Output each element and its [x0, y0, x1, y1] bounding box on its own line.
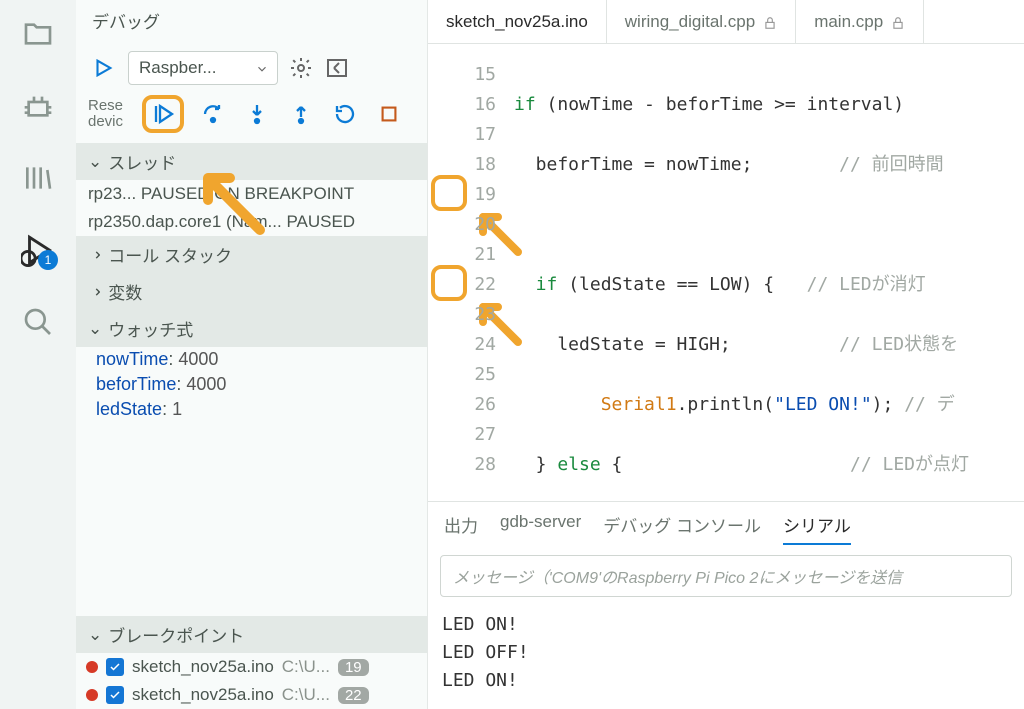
variables-section-header[interactable]: ⌄ 変数 [76, 273, 427, 310]
annotation-arrow [190, 160, 270, 240]
serial-line: LED OFF! [442, 639, 1010, 667]
callstack-section-header[interactable]: ⌄ コール スタック [76, 236, 427, 273]
panel-tab-console[interactable]: デバッグ コンソール [603, 512, 761, 545]
debug-sidebar: デバッグ Raspber... Rese devic [76, 0, 428, 709]
watch-item[interactable]: beforTime: 4000 [76, 372, 427, 397]
panel-tab-serial[interactable]: シリアル [783, 512, 851, 545]
debug-toolbar: Raspber... [76, 51, 427, 95]
threads-label: スレッド [108, 149, 176, 174]
chevron-down-icon: ⌄ [88, 152, 102, 172]
bottom-panel: 出力 gdb-server デバッグ コンソール シリアル メッセージ（'COM… [428, 501, 1024, 709]
editor-area: sketch_nov25a.ino wiring_digital.cpp mai… [428, 0, 1024, 709]
bp-path: C:\U... [282, 685, 330, 705]
start-debug-button[interactable] [88, 53, 118, 83]
panel-tab-gdb[interactable]: gdb-server [500, 512, 581, 545]
code-body: if (nowTime - beforTime >= interval) bef… [514, 44, 969, 501]
debug-config-select[interactable]: Raspber... [128, 51, 278, 85]
breakpoints-label: ブレークポイント [108, 622, 244, 647]
watch-item[interactable]: ledState: 1 [76, 397, 427, 422]
config-label: Raspber... [139, 58, 217, 77]
editor-tabs: sketch_nov25a.ino wiring_digital.cpp mai… [428, 0, 1024, 44]
serial-line: LED ON! [442, 611, 1010, 639]
debug-icon[interactable]: 1 [16, 228, 60, 272]
serial-message-input[interactable]: メッセージ（'COM9'のRaspberry Pi Pico 2にメッセージを送… [440, 555, 1012, 597]
bp-file: sketch_nov25a.ino [132, 685, 274, 705]
gear-icon[interactable] [288, 55, 314, 81]
code-editor[interactable]: 15 16 17 18 19 20 21 22 23 24 25 26 27 2… [428, 44, 1024, 501]
breakpoint-dot-icon [86, 689, 98, 701]
restart-button[interactable] [330, 99, 360, 129]
debug-controls-row: Rese devic [76, 95, 427, 143]
breakpoint-dot-icon [86, 661, 98, 673]
panel-tab-output[interactable]: 出力 [444, 512, 478, 545]
tab-wiring[interactable]: wiring_digital.cpp [607, 0, 796, 43]
continue-button-highlight [142, 95, 184, 133]
breakpoints-section-header[interactable]: ⌄ ブレークポイント [76, 616, 427, 653]
bp-file: sketch_nov25a.ino [132, 657, 274, 677]
bp-line-badge: 22 [338, 687, 369, 704]
watch-section-header[interactable]: ⌄ ウォッチ式 [76, 310, 427, 347]
chevron-down-icon [255, 61, 269, 81]
step-over-button[interactable] [198, 99, 228, 129]
chevron-right-icon: ⌄ [85, 284, 105, 298]
breakpoint-row[interactable]: sketch_nov25a.ino C:\U... 22 [76, 681, 427, 709]
callstack-label: コール スタック [108, 242, 232, 267]
sidebar-title: デバッグ [76, 0, 427, 51]
activity-bar: 1 [0, 0, 76, 709]
search-icon[interactable] [16, 300, 60, 344]
tab-sketch[interactable]: sketch_nov25a.ino [428, 0, 607, 43]
breakpoint-checkbox[interactable] [106, 686, 124, 704]
continue-button[interactable] [148, 99, 178, 129]
chevron-down-icon: ⌄ [88, 625, 102, 645]
chevron-down-icon: ⌄ [88, 319, 102, 339]
line-gutter: 15 16 17 18 19 20 21 22 23 24 25 26 27 2… [428, 44, 514, 501]
tab-main[interactable]: main.cpp [796, 0, 924, 43]
bp-line-badge: 19 [338, 659, 369, 676]
serial-line: LED ON! [442, 667, 1010, 695]
debug-badge: 1 [38, 250, 58, 270]
watch-label: ウォッチ式 [108, 316, 193, 341]
watch-item[interactable]: nowTime: 4000 [76, 347, 427, 372]
panel-tabs: 出力 gdb-server デバッグ コンソール シリアル [428, 502, 1024, 549]
step-out-button[interactable] [286, 99, 316, 129]
stop-button[interactable] [374, 99, 404, 129]
breakpoint-row[interactable]: sketch_nov25a.ino C:\U... 19 [76, 653, 427, 681]
breakpoint-checkbox[interactable] [106, 658, 124, 676]
library-icon[interactable] [16, 156, 60, 200]
lock-icon [763, 15, 777, 29]
explorer-icon[interactable] [16, 12, 60, 56]
bp-path: C:\U... [282, 657, 330, 677]
chevron-right-icon: ⌄ [85, 247, 105, 261]
variables-label: 変数 [108, 279, 142, 304]
boards-icon[interactable] [16, 84, 60, 128]
reset-label: Rese devic [88, 98, 130, 131]
panel-toggle-icon[interactable] [324, 55, 350, 81]
serial-output: LED ON! LED OFF! LED ON! [428, 607, 1024, 709]
lock-icon [891, 15, 905, 29]
step-into-button[interactable] [242, 99, 272, 129]
